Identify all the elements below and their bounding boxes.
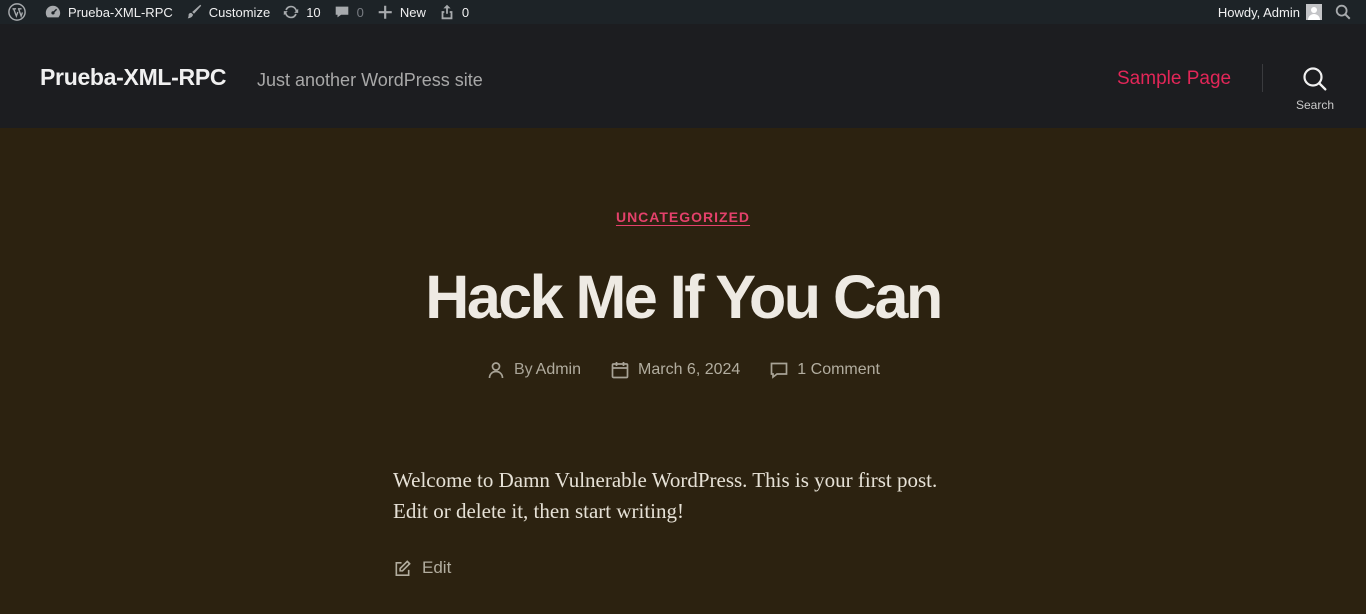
site-tagline: Just another WordPress site (257, 70, 483, 90)
share-count: 0 (461, 4, 470, 20)
updates-link[interactable]: 10 (276, 0, 326, 24)
calendar-icon (611, 362, 629, 379)
post-author: By Admin (486, 360, 581, 380)
dashboard-icon (45, 5, 61, 18)
nav-item-sample-page[interactable]: Sample Page (1117, 68, 1231, 90)
edit-post-link[interactable]: Edit (393, 558, 451, 578)
avatar (1306, 4, 1322, 20)
comments-link[interactable]: 1 Comment (797, 361, 880, 379)
edit-icon (395, 559, 411, 576)
customize-link[interactable]: Customize (179, 0, 276, 24)
comments-count: 0 (356, 4, 364, 20)
category-link[interactable]: UNCATEGORIZED (616, 209, 750, 225)
nav-divider (1262, 64, 1263, 92)
post-meta: By Admin March 6, 2024 1 Comment (0, 360, 1366, 380)
site-header: Prueba-XML-RPC Just another WordPress si… (0, 24, 1366, 128)
search-toggle-button[interactable]: Search (1288, 66, 1342, 116)
site-name-label: Prueba-XML-RPC (68, 4, 173, 20)
author-prefix: By (513, 361, 533, 378)
search-label: Search (1295, 98, 1335, 112)
wordpress-icon (8, 3, 26, 21)
post-date: March 6, 2024 (610, 360, 740, 380)
person-icon (488, 362, 504, 379)
search-icon (1303, 67, 1327, 91)
customize-label: Customize (208, 4, 271, 20)
author-link[interactable]: Admin (536, 361, 581, 379)
paintbrush-icon (187, 4, 201, 19)
account-menu[interactable]: Howdy, Admin (1212, 0, 1328, 24)
admin-bar-search[interactable] (1328, 0, 1364, 24)
admin-bar-right: Howdy, Admin (1212, 0, 1366, 24)
site-title[interactable]: Prueba-XML-RPC (40, 64, 227, 91)
search-icon (1335, 4, 1351, 20)
admin-bar-left: Prueba-XML-RPC Customize 10 0 New 0 (0, 0, 475, 24)
updates-icon (283, 5, 299, 19)
comment-icon (335, 6, 348, 18)
admin-bar: Prueba-XML-RPC Customize 10 0 New 0 Howd… (0, 0, 1366, 24)
post-comments: 1 Comment (769, 360, 880, 380)
plus-icon (378, 5, 392, 19)
post-content: Welcome to Damn Vulnerable WordPress. Th… (393, 468, 938, 523)
edit-label: Edit (422, 558, 452, 577)
site-name-menu[interactable]: Prueba-XML-RPC (38, 0, 179, 24)
comments-link[interactable]: 0 (327, 0, 370, 24)
new-label: New (399, 4, 426, 20)
post-title: Hack Me If You Can (425, 263, 943, 331)
greeting-label: Howdy, Admin (1217, 4, 1300, 20)
share-icon (441, 4, 453, 20)
post-category: UNCATEGORIZED (0, 209, 1366, 227)
wordpress-logo-menu[interactable] (2, 0, 38, 24)
comment-icon (770, 362, 788, 379)
share-link[interactable]: 0 (432, 0, 475, 24)
updates-count: 10 (306, 4, 321, 20)
date-link[interactable]: March 6, 2024 (638, 361, 740, 379)
new-content-menu[interactable]: New (370, 0, 432, 24)
